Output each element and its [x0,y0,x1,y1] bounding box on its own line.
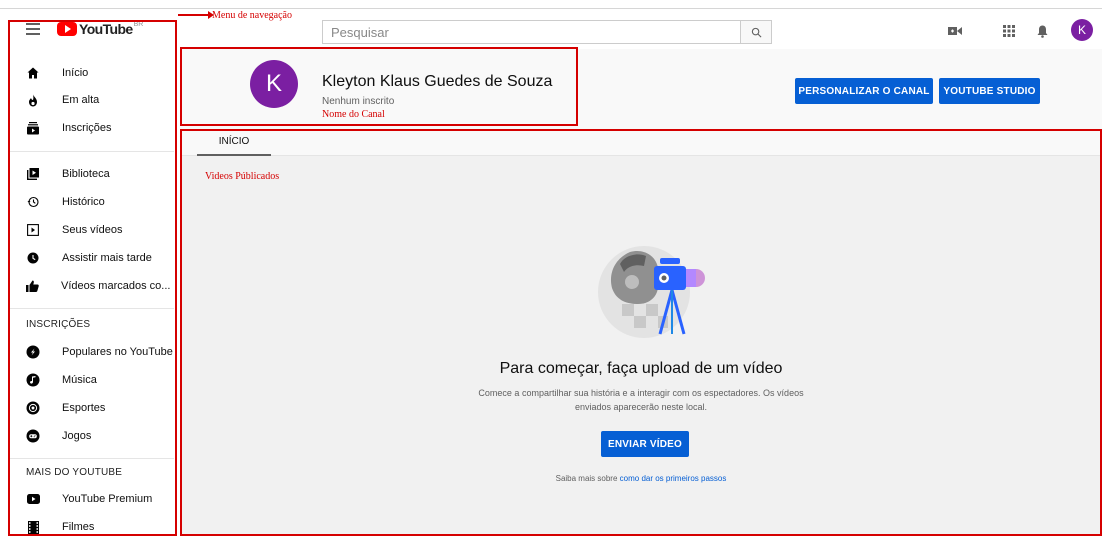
search-placeholder: Pesquisar [331,24,389,40]
youtube-channel-page: YouTube BR Pesquisar K Menu de navegação… [0,0,1102,540]
notifications-bell-icon[interactable] [1033,22,1051,40]
annotation-box-published-videos [180,129,1102,536]
annotation-box-channel-name [180,47,578,126]
annotation-box-nav-menu [8,20,177,536]
customize-channel-button[interactable]: PERSONALIZAR O CANAL [795,78,933,104]
annotation-arrow [178,11,214,19]
apps-grid-icon[interactable] [1000,22,1018,40]
create-video-icon[interactable] [946,22,964,40]
search-icon [751,27,761,37]
youtube-studio-button[interactable]: YOUTUBE STUDIO [939,78,1040,104]
account-avatar[interactable]: K [1071,19,1093,41]
search-button[interactable] [740,20,772,44]
search-input[interactable]: Pesquisar [322,20,740,44]
annotation-nav-menu: Menu de navegação [212,10,292,21]
